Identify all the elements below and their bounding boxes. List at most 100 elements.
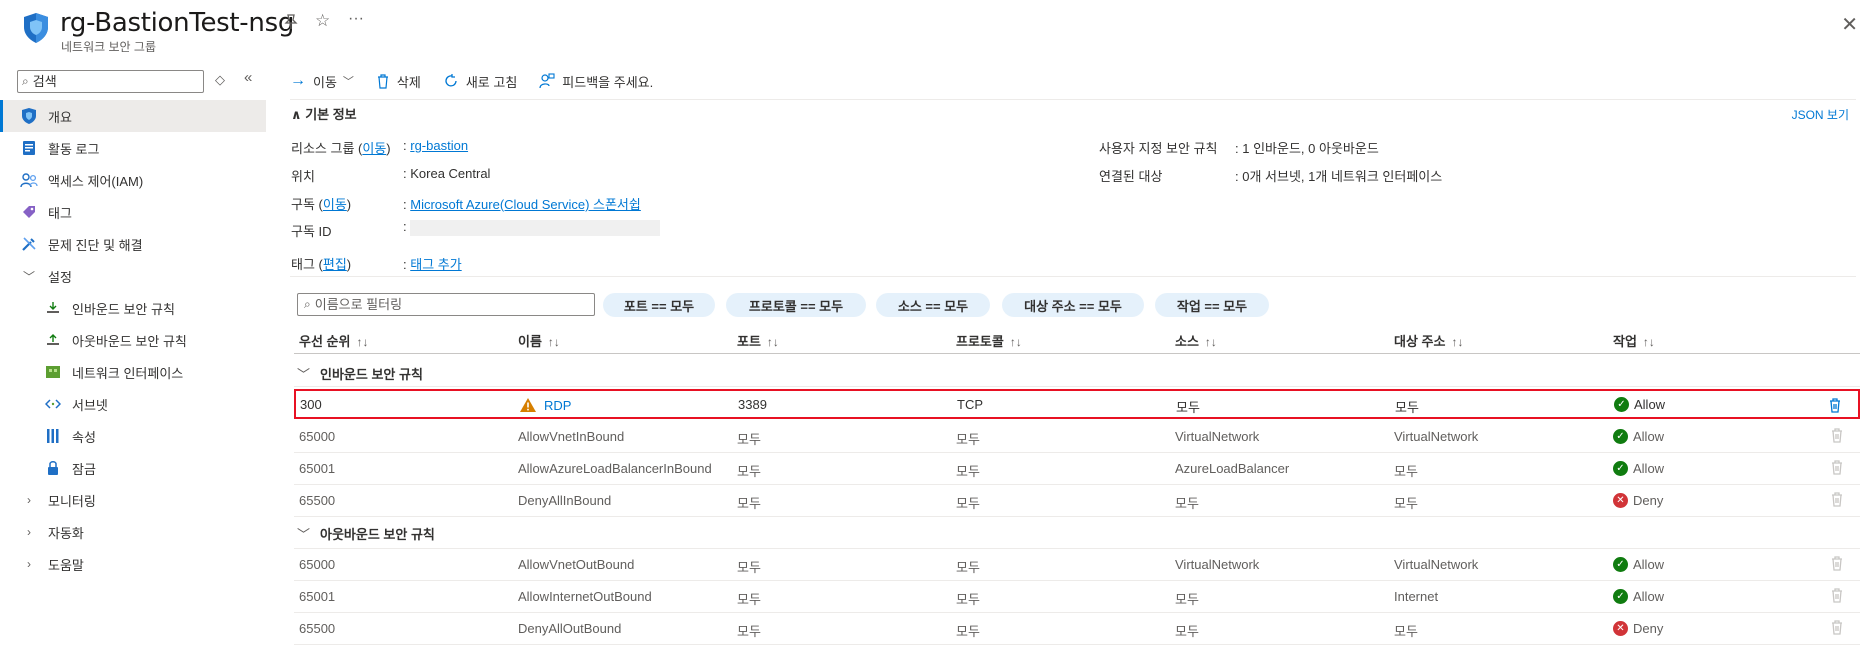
star-icon[interactable]: ☆ — [315, 11, 330, 31]
allow-check-icon: ✓ — [1613, 429, 1628, 444]
cell-action: ✓ Allow — [1613, 429, 1664, 444]
tags-value-row: : 태그 추가 — [403, 257, 462, 272]
sort-icon: ↑↓ — [1009, 335, 1022, 349]
resource-group-move-link[interactable]: 이동 — [362, 141, 386, 156]
sidebar-item-iam[interactable]: 액세스 제어(IAM) — [0, 164, 266, 196]
close-icon[interactable]: ✕ — [1841, 12, 1858, 37]
port-filter-pill[interactable]: 포트 == 모두 — [603, 293, 715, 317]
subscription-move-link[interactable]: 이동 — [323, 197, 347, 212]
sidebar-group-monitoring[interactable]: › 모니터링 — [0, 484, 266, 516]
table-row[interactable]: 65000 AllowVnetInBound 모두 모두 VirtualNetw… — [294, 421, 1860, 452]
cell-source: AzureLoadBalancer — [1175, 461, 1290, 476]
cell-port: 모두 — [737, 560, 761, 575]
cell-port: 모두 — [737, 432, 761, 447]
source-filter-pill[interactable]: 소스 == 모두 — [876, 293, 990, 317]
sidebar-search-input[interactable] — [32, 74, 193, 89]
destination-filter-pill[interactable]: 대상 주소 == 모두 — [1002, 293, 1144, 317]
delete-rule-icon-disabled — [1832, 620, 1842, 635]
essentials-toggle[interactable]: ∧ 기본 정보 — [291, 104, 357, 123]
delete-rule-icon-disabled — [1832, 428, 1842, 443]
column-label: 우선 순위 — [299, 334, 351, 349]
table-row[interactable]: 65000 AllowVnetOutBound 모두 모두 VirtualNet… — [294, 549, 1860, 580]
people-icon — [20, 171, 38, 189]
cell-port: 모두 — [737, 464, 761, 479]
column-header-port[interactable]: 포트 ↑↓ — [737, 331, 779, 350]
action-filter-pill[interactable]: 작업 == 모두 — [1155, 293, 1269, 317]
protocol-filter-pill[interactable]: 프로토콜 == 모두 — [726, 293, 866, 317]
feedback-icon — [539, 73, 555, 89]
delete-button[interactable]: 삭제 — [376, 72, 421, 91]
sidebar-item-label: 액세스 제어(IAM) — [48, 173, 144, 189]
subscription-id-value-row: : — [403, 219, 661, 236]
column-header-source[interactable]: 소스 ↑↓ — [1175, 331, 1217, 350]
sidebar-item-outbound-rules[interactable]: 아웃바운드 보안 규칙 — [0, 324, 266, 356]
delete-rule-icon-disabled — [1832, 492, 1842, 507]
table-row-rdp[interactable]: 300 RDP 3389 TCP 모두 모두 ✓ Allow — [294, 389, 1860, 419]
sidebar: ⌕ ◇ « 개요 활동 로그 액세스 제어(IAM) 태그 — [0, 62, 266, 662]
json-view-link[interactable]: JSON 보기 — [1792, 106, 1849, 123]
more-icon[interactable]: ··· — [348, 10, 364, 28]
table-row[interactable]: 65500 DenyAllInBound 모두 모두 모두 모두 ✕ Deny — [294, 485, 1860, 516]
group-header-outbound[interactable]: ﹀ 아웃바운드 보안 규칙 — [297, 524, 435, 543]
cell-priority: 65001 — [299, 461, 336, 476]
expand-collapse-icon[interactable]: ◇ — [215, 72, 225, 88]
custom-rules-value: 1 인바운드, 0 아웃바운드 — [1242, 141, 1379, 156]
cell-priority: 65500 — [299, 621, 336, 636]
cell-name: RDP — [519, 397, 571, 413]
sidebar-item-diagnose[interactable]: 문제 진단 및 해결 — [0, 228, 266, 260]
column-header-protocol[interactable]: 프로토콜 ↑↓ — [956, 331, 1022, 350]
location-label: 위치 — [291, 169, 315, 184]
cell-destination: 모두 — [1394, 624, 1418, 639]
sidebar-item-overview[interactable]: 개요 — [0, 100, 266, 132]
refresh-button[interactable]: 새로 고침 — [443, 72, 517, 91]
delete-rule-icon[interactable] — [1828, 397, 1842, 413]
sidebar-item-subnets[interactable]: 서브넷 — [0, 388, 266, 420]
cell-source: 모두 — [1175, 496, 1199, 511]
collapse-sidebar-icon[interactable]: « — [244, 69, 252, 86]
deny-x-icon: ✕ — [1613, 621, 1628, 636]
tags-edit-link[interactable]: 편집 — [323, 257, 347, 272]
resource-group-link[interactable]: rg-bastion — [410, 138, 468, 153]
move-label: 이동 — [313, 74, 337, 90]
action-label: Allow — [1633, 557, 1665, 572]
cell-port: 모두 — [737, 496, 761, 511]
pin-icon[interactable] — [284, 14, 298, 35]
column-header-destination[interactable]: 대상 주소 ↑↓ — [1394, 331, 1463, 350]
column-header-name[interactable]: 이름 ↑↓ — [518, 331, 560, 350]
cell-source: VirtualNetwork — [1175, 557, 1260, 572]
table-row[interactable]: 65001 AllowInternetOutBound 모두 모두 모두 Int… — [294, 581, 1860, 612]
sidebar-group-settings[interactable]: ﹀ 설정 — [0, 260, 266, 292]
wrench-icon — [20, 235, 38, 253]
feedback-button[interactable]: 피드백을 주세요. — [539, 72, 653, 91]
tags-label: 태그 — [291, 257, 315, 272]
subscription-link[interactable]: Microsoft Azure(Cloud Service) 스폰서쉽 — [410, 197, 641, 212]
name-filter-input[interactable] — [314, 297, 585, 312]
sidebar-item-properties[interactable]: 속성 — [0, 420, 266, 452]
move-button[interactable]: → 이동 ﹀ — [290, 72, 354, 91]
column-header-priority[interactable]: 우선 순위 ↑↓ — [299, 331, 368, 350]
action-label: Allow — [1633, 429, 1665, 444]
sidebar-search[interactable]: ⌕ — [17, 70, 204, 93]
sidebar-nav: 개요 활동 로그 액세스 제어(IAM) 태그 문제 진단 및 해결 ﹀ 설정 … — [0, 100, 266, 580]
table-row[interactable]: 65500 DenyAllOutBound 모두 모두 모두 모두 ✕ Deny — [294, 613, 1860, 644]
column-header-action[interactable]: 작업 ↑↓ — [1613, 331, 1655, 350]
sidebar-group-automation[interactable]: › 자동화 — [0, 516, 266, 548]
sidebar-item-tags[interactable]: 태그 — [0, 196, 266, 228]
group-header-inbound[interactable]: ﹀ 인바운드 보안 규칙 — [297, 364, 423, 383]
name-filter[interactable]: ⌕ — [297, 293, 595, 316]
sidebar-item-network-interfaces[interactable]: 네트워크 인터페이스 — [0, 356, 266, 388]
add-tags-link[interactable]: 태그 추가 — [410, 257, 461, 272]
sidebar-item-label: 도움말 — [48, 557, 84, 573]
rule-name-link[interactable]: RDP — [544, 398, 571, 413]
sidebar-item-inbound-rules[interactable]: 인바운드 보안 규칙 — [0, 292, 266, 324]
sidebar-item-activity-log[interactable]: 활동 로그 — [0, 132, 266, 164]
sidebar-item-label: 아웃바운드 보안 규칙 — [72, 333, 187, 349]
chevron-down-icon: ﹀ — [297, 367, 311, 382]
sidebar-group-help[interactable]: › 도움말 — [0, 548, 266, 580]
sidebar-item-locks[interactable]: 잠금 — [0, 452, 266, 484]
chevron-right-icon: › — [27, 557, 31, 571]
action-label: Deny — [1633, 621, 1664, 636]
delete-rule-icon-disabled — [1832, 556, 1842, 571]
chevron-down-icon: ﹀ — [342, 76, 354, 88]
table-row[interactable]: 65001 AllowAzureLoadBalancerInBound 모두 모… — [294, 453, 1860, 484]
